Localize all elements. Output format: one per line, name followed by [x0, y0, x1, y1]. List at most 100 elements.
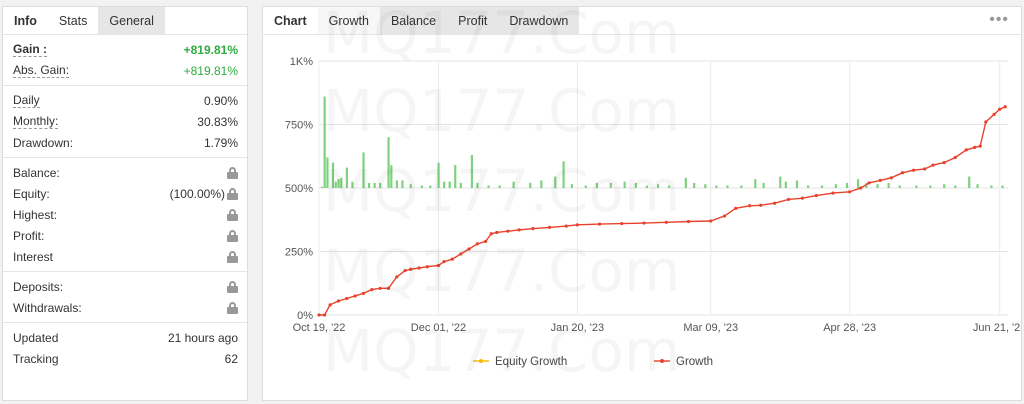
growth-point: [395, 275, 399, 279]
lock-icon: [227, 250, 238, 263]
lock-icon: [227, 166, 238, 179]
growth-point: [786, 197, 791, 202]
chart-tabs: Chart Growth Balance Profit Drawdown •••: [263, 7, 1021, 35]
gain-bar: [448, 181, 451, 188]
tab-profit[interactable]: Profit: [447, 7, 499, 34]
growth-point: [484, 239, 488, 243]
monthly-label[interactable]: Monthly:: [13, 114, 59, 129]
gain-bar: [820, 185, 824, 188]
gain-bar: [634, 182, 637, 188]
gain-bar: [929, 185, 932, 188]
chart-panel: Chart Growth Balance Profit Drawdown •••…: [262, 0, 1022, 401]
gain-bar: [784, 181, 787, 188]
x-tick-label: Mar 09, '23: [683, 322, 738, 334]
tracking-value: 62: [224, 351, 238, 366]
lock-icon: [227, 187, 238, 200]
growth-point: [973, 145, 977, 149]
growth-point: [459, 252, 463, 256]
withdrawals-label: Withdrawals:: [13, 300, 82, 315]
growth-point: [923, 167, 927, 171]
gain-bar: [704, 184, 707, 188]
growth-point: [900, 171, 905, 175]
lock-icon: [227, 208, 238, 221]
growth-chart: 0% 250% 500% 750% 1K% Oct 19, '22 Dec 01, '22 J…: [285, 56, 1021, 368]
gain-bar: [795, 180, 799, 188]
growth-point: [506, 229, 510, 233]
tab-chart[interactable]: Chart: [263, 7, 318, 34]
gain-bar: [437, 162, 440, 188]
growth-point: [942, 161, 946, 165]
growth-point: [361, 291, 366, 296]
equity-value: (100.00%): [169, 186, 225, 201]
growth-point: [953, 155, 957, 160]
daily-label[interactable]: Daily: [13, 93, 40, 108]
equity-label: Equity:: [13, 186, 50, 201]
x-tick-label: Jan 20, '23: [551, 322, 604, 334]
growth-point: [467, 247, 471, 251]
growth-series-line: [319, 106, 1006, 316]
growth-point: [322, 313, 327, 317]
gain-bar: [401, 180, 404, 188]
growth-point: [642, 221, 646, 225]
gain-label[interactable]: Gain :: [13, 42, 48, 57]
growth-point: [759, 203, 763, 207]
gain-bar: [562, 161, 565, 188]
x-tick-label: Jun 21, '23: [973, 322, 1021, 334]
gain-bar: [395, 180, 398, 188]
gain-bar: [409, 184, 412, 188]
growth-point: [417, 266, 421, 270]
growth-point: [664, 220, 668, 224]
growth-point: [378, 286, 382, 290]
deposits-label: Deposits:: [13, 279, 64, 294]
meta-group: Updated 21 hours ago Tracking 62: [3, 323, 247, 373]
legend-growth-label: Growth: [676, 356, 713, 368]
y-tick-label: 0%: [297, 310, 313, 322]
tab-info[interactable]: Info: [3, 7, 48, 34]
lock-icon: [227, 301, 238, 314]
gain-bar: [470, 154, 474, 188]
growth-point: [436, 263, 441, 268]
profit-label: Profit:: [13, 228, 45, 243]
growth-point: [911, 168, 916, 172]
gain-bar: [595, 182, 599, 188]
gain-bar: [540, 180, 543, 188]
monthly-row: Monthly: 30.83%: [3, 111, 247, 132]
gain-bar: [668, 185, 671, 188]
more-dots-icon[interactable]: •••: [977, 7, 1021, 34]
tab-drawdown[interactable]: Drawdown: [498, 7, 580, 34]
gain-bar: [554, 176, 557, 188]
gain-bar: [876, 184, 879, 188]
equity-value-wrap: (100.00%): [170, 187, 238, 201]
gain-bar: [373, 182, 376, 188]
gain-bar: [915, 185, 918, 188]
withdrawals-row: Withdrawals:: [3, 297, 247, 318]
highest-row: Highest:: [3, 204, 247, 225]
tab-general[interactable]: General: [98, 7, 165, 34]
gain-bar: [976, 184, 979, 188]
stats-tabs: Info Stats General: [3, 7, 247, 35]
growth-point: [425, 265, 429, 269]
tab-growth[interactable]: Growth: [317, 7, 380, 34]
growth-point: [709, 219, 713, 223]
x-tick-label: Oct 19, '22: [293, 322, 346, 334]
tab-stats[interactable]: Stats: [48, 7, 99, 34]
gain-bar: [345, 167, 348, 188]
y-tick-label: 1K%: [290, 56, 313, 68]
gain-bar: [740, 185, 743, 188]
account-group: Balance: Equity: (100.00%) Highest: Prof…: [3, 158, 247, 272]
updated-label: Updated: [13, 330, 59, 345]
growth-point: [748, 204, 752, 208]
tab-balance[interactable]: Balance: [379, 7, 448, 34]
abs-gain-label[interactable]: Abs. Gain:: [13, 63, 70, 78]
gain-bar: [337, 179, 340, 188]
gain-bar: [320, 186, 323, 188]
gain-bar: [454, 165, 457, 188]
growth-point: [878, 178, 882, 182]
gain-bar: [570, 184, 574, 188]
growth-point: [773, 201, 777, 205]
y-tick-label: 500%: [285, 183, 313, 195]
updated-value: 21 hours ago: [167, 330, 238, 345]
gain-bar: [898, 185, 901, 188]
growth-point: [686, 219, 691, 224]
gain-bar: [762, 182, 765, 188]
